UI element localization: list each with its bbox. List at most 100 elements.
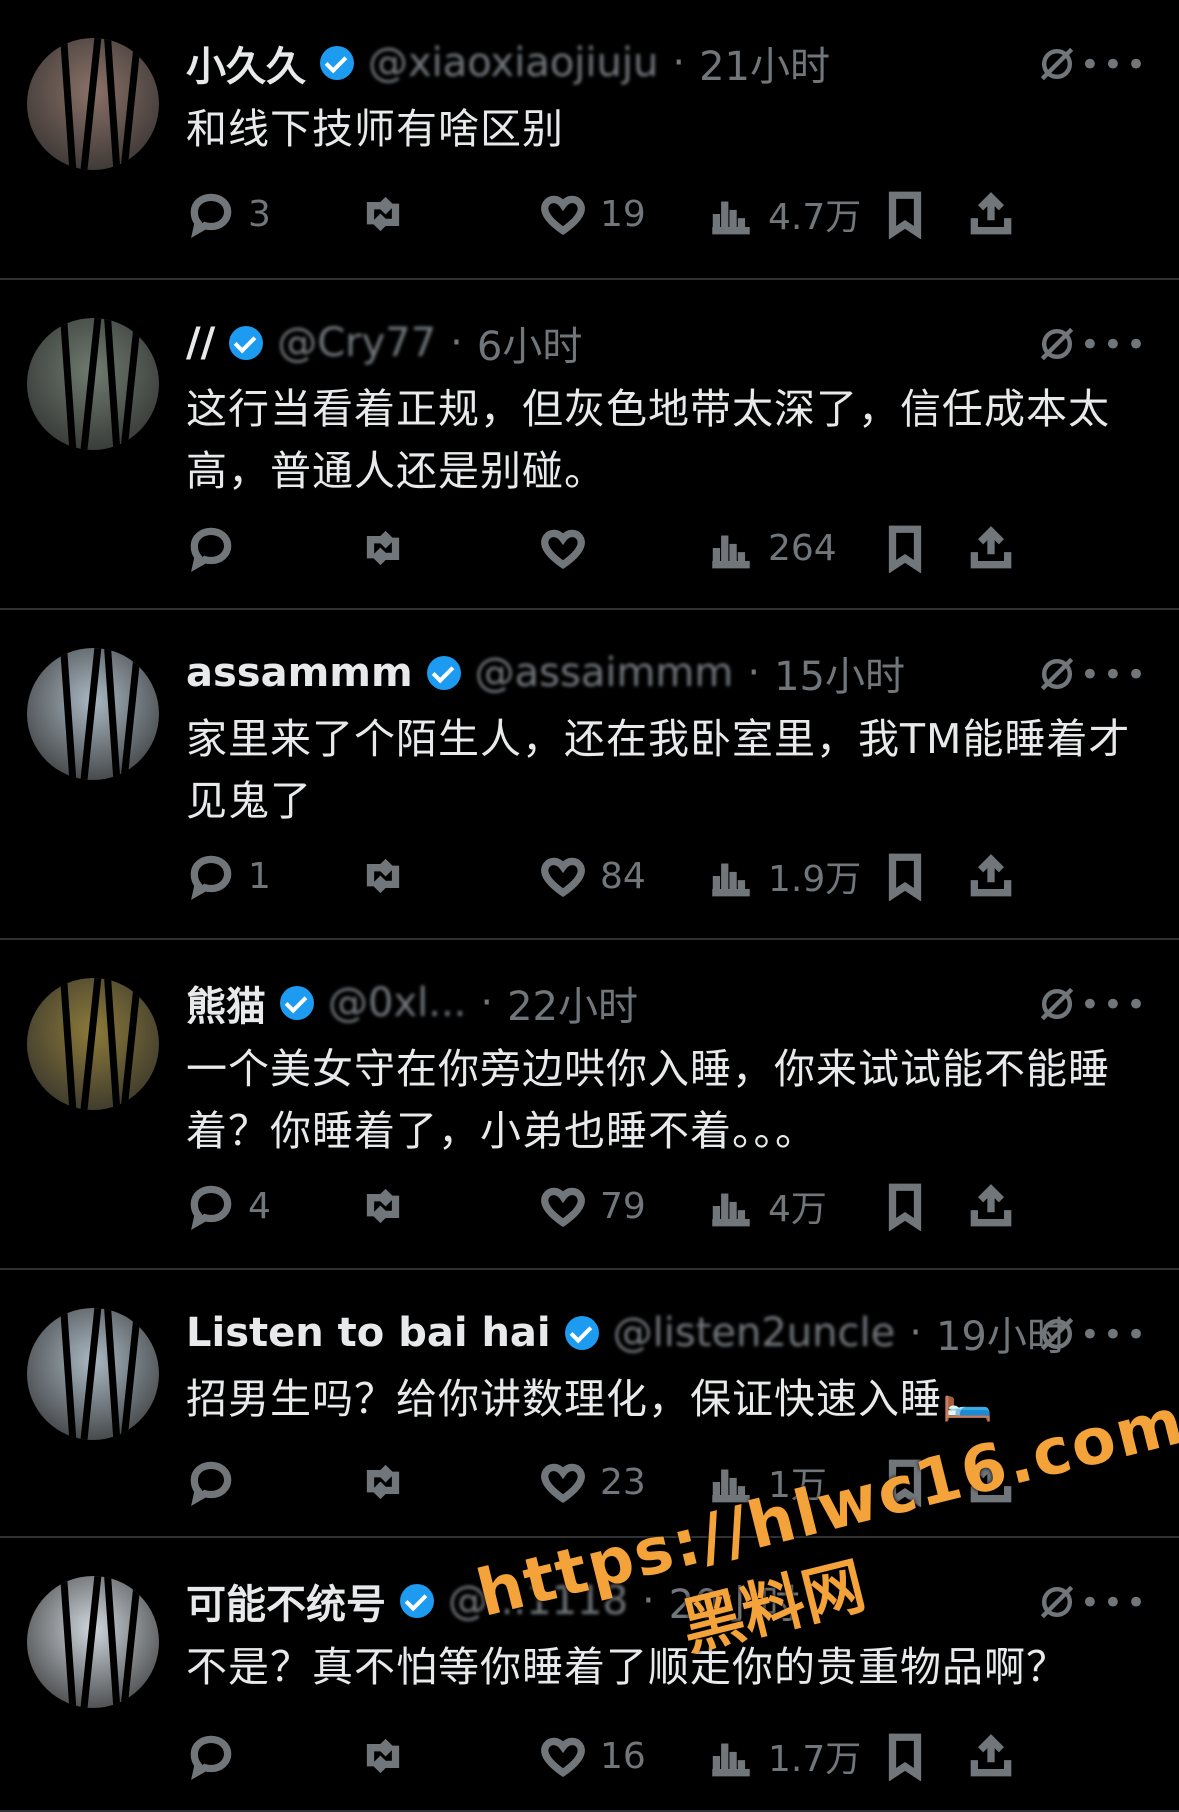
- like-button[interactable]: 84: [538, 851, 646, 901]
- reply-button[interactable]: [186, 1731, 248, 1781]
- avatar[interactable]: [27, 648, 159, 780]
- display-name[interactable]: 熊猫: [186, 978, 266, 1028]
- post-time[interactable]: 15小时: [774, 648, 905, 698]
- post-time[interactable]: 6小时: [477, 318, 582, 368]
- reply-button[interactable]: 3: [186, 189, 271, 239]
- share-button[interactable]: [966, 1181, 1016, 1231]
- reply-button[interactable]: [186, 523, 248, 573]
- retweet-icon: [358, 523, 408, 573]
- separator-dot: ·: [672, 40, 686, 86]
- redaction-stripe: [118, 648, 143, 780]
- views-button[interactable]: 1.9万: [706, 850, 861, 902]
- bookmark-button[interactable]: [880, 523, 930, 573]
- views-count: 1.9万: [768, 859, 862, 900]
- display-name[interactable]: 小久久: [186, 38, 306, 88]
- reply-post[interactable]: 熊猫 @0xl... · 22小时 ••• 一个美女守在你旁边哄你入睡，你来试试能不能睡着…: [0, 940, 1179, 1270]
- reply-button[interactable]: [186, 1457, 248, 1507]
- reply-count: 1: [248, 855, 271, 897]
- user-handle[interactable]: @assaimmm: [475, 650, 734, 696]
- retweet-button[interactable]: [358, 1181, 408, 1231]
- retweet-icon: [358, 189, 408, 239]
- post-header: 熊猫 @0xl... · 22小时: [186, 978, 1119, 1028]
- like-button[interactable]: 23: [538, 1457, 646, 1507]
- grok-icon[interactable]: [1035, 1580, 1079, 1624]
- reply-post[interactable]: // @Cry77 · 6小时 ••• 这行当看着正规，但灰色地带太深了，信任成本太高，普…: [0, 280, 1179, 610]
- like-icon: [538, 1181, 588, 1231]
- grok-icon[interactable]: [1035, 652, 1079, 696]
- reply-post[interactable]: 小久久 @xiaoxiaojiuju · 21小时 ••• 和线下技师有啥区别 3 19 4.7…: [0, 0, 1179, 280]
- retweet-button[interactable]: [358, 1457, 408, 1507]
- bookmark-button[interactable]: [880, 189, 930, 239]
- post-time[interactable]: 21小时: [699, 38, 830, 88]
- redaction-stripe: [118, 318, 143, 450]
- views-button[interactable]: 264: [706, 523, 837, 573]
- redaction-stripe: [78, 318, 103, 450]
- reply-icon: [186, 189, 236, 239]
- redaction-stripe: [103, 318, 122, 450]
- share-button[interactable]: [966, 851, 1016, 901]
- redaction-stripe: [118, 1576, 143, 1708]
- redaction-stripe: [59, 648, 78, 780]
- redaction-stripe: [78, 1308, 103, 1440]
- views-button[interactable]: 4.7万: [706, 188, 861, 240]
- like-button[interactable]: 79: [538, 1181, 646, 1231]
- share-button[interactable]: [966, 1731, 1016, 1781]
- display-name[interactable]: //: [186, 320, 215, 366]
- like-button[interactable]: [538, 523, 600, 573]
- retweet-icon: [358, 1181, 408, 1231]
- like-button[interactable]: 19: [538, 189, 646, 239]
- like-button[interactable]: 16: [538, 1731, 646, 1781]
- bookmark-button[interactable]: [880, 851, 930, 901]
- display-name[interactable]: assammm: [186, 650, 413, 696]
- retweet-button[interactable]: [358, 1731, 408, 1781]
- grok-icon[interactable]: [1035, 982, 1079, 1026]
- user-handle[interactable]: @Cry77: [277, 320, 436, 366]
- more-icon[interactable]: •••: [1080, 658, 1149, 692]
- retweet-button[interactable]: [358, 851, 408, 901]
- bookmark-icon: [880, 851, 930, 901]
- post-header: // @Cry77 · 6小时: [186, 318, 1119, 368]
- reply-post[interactable]: assammm @assaimmm · 15小时 ••• 家里来了个陌生人，还在我卧室里，…: [0, 610, 1179, 940]
- views-icon: [706, 189, 756, 239]
- grok-icon[interactable]: [1035, 42, 1079, 86]
- bookmark-icon: [880, 1731, 930, 1781]
- user-handle[interactable]: @xiaoxiaojiuju: [368, 40, 658, 86]
- post-time[interactable]: 22小时: [507, 978, 638, 1028]
- reply-button[interactable]: 1: [186, 851, 271, 901]
- action-bar: 16 1.7万: [186, 1728, 1149, 1784]
- avatar[interactable]: [27, 1308, 159, 1440]
- grok-icon[interactable]: [1035, 322, 1079, 366]
- display-name[interactable]: 可能不统号: [186, 1576, 386, 1626]
- retweet-button[interactable]: [358, 189, 408, 239]
- avatar[interactable]: [27, 318, 159, 450]
- views-button[interactable]: 1.7万: [706, 1730, 861, 1782]
- more-icon[interactable]: •••: [1080, 48, 1149, 82]
- reply-button[interactable]: 4: [186, 1181, 271, 1231]
- share-button[interactable]: [966, 189, 1016, 239]
- more-icon[interactable]: •••: [1080, 988, 1149, 1022]
- views-button[interactable]: 4万: [706, 1180, 827, 1232]
- display-name[interactable]: Listen to bai hai: [186, 1310, 551, 1356]
- reply-icon: [186, 523, 236, 573]
- more-icon[interactable]: •••: [1080, 328, 1149, 362]
- reply-icon: [186, 1181, 236, 1231]
- bookmark-button[interactable]: [880, 1731, 930, 1781]
- post-header: Listen to bai hai @listen2uncle · 19小时: [186, 1308, 1119, 1358]
- avatar[interactable]: [27, 1576, 159, 1708]
- avatar[interactable]: [27, 978, 159, 1110]
- user-handle[interactable]: @0xl...: [328, 980, 466, 1026]
- grok-icon[interactable]: [1035, 1312, 1079, 1356]
- more-icon[interactable]: •••: [1080, 1586, 1149, 1620]
- post-text: 家里来了个陌生人，还在我卧室里，我TM能睡着才见鬼了: [186, 715, 1131, 825]
- like-icon: [538, 189, 588, 239]
- retweet-button[interactable]: [358, 523, 408, 573]
- redaction-stripe: [103, 38, 122, 170]
- redaction-stripe: [59, 1576, 78, 1708]
- redaction-stripe: [78, 648, 103, 780]
- bookmark-button[interactable]: [880, 1181, 930, 1231]
- avatar[interactable]: [27, 38, 159, 170]
- more-icon[interactable]: •••: [1080, 1318, 1149, 1352]
- share-button[interactable]: [966, 523, 1016, 573]
- verified-badge-icon: [564, 1316, 599, 1350]
- user-handle[interactable]: @listen2uncle: [613, 1310, 896, 1356]
